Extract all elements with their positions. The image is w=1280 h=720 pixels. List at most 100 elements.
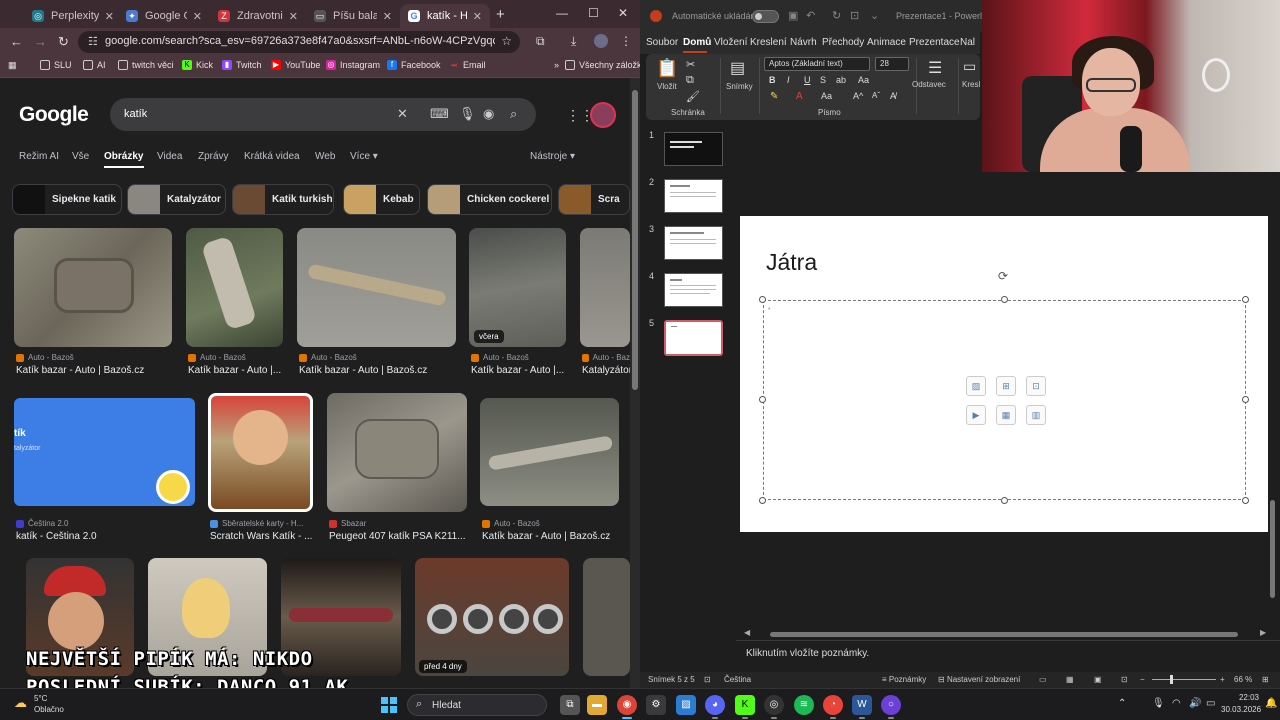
result-image[interactable]: včera xyxy=(469,228,566,347)
result-image[interactable] xyxy=(580,228,630,347)
resize-handle[interactable] xyxy=(1001,497,1008,504)
back-icon[interactable]: ← xyxy=(10,34,23,49)
tab-soubor[interactable]: Soubor xyxy=(646,37,678,48)
spotify-icon[interactable]: ≋ xyxy=(794,695,814,715)
shrink-font-icon[interactable]: Aˇ xyxy=(872,91,880,100)
bookmark-instagram[interactable]: ◎ Instagram xyxy=(326,60,380,70)
paste-button[interactable]: Vložit xyxy=(657,82,677,91)
highlight-icon[interactable]: ✎ xyxy=(770,91,778,102)
bookmark-email[interactable]: ⪻ Email xyxy=(449,60,485,70)
tab-all[interactable]: Vše xyxy=(72,151,89,162)
insert-chart-icon[interactable]: ▥ xyxy=(1026,405,1046,425)
present-icon[interactable]: ⊡ xyxy=(850,9,859,22)
volume-icon[interactable]: 🔊 xyxy=(1189,698,1201,709)
vertical-scrollbar[interactable] xyxy=(1269,120,1277,634)
reading-view-icon[interactable]: ▣ xyxy=(1094,675,1102,684)
lens-icon[interactable]: ◉ xyxy=(483,106,494,122)
text-effects-icon[interactable]: Aa xyxy=(821,91,832,101)
slide-thumb-4[interactable] xyxy=(664,273,723,307)
resize-handle[interactable] xyxy=(1242,296,1249,303)
bookmark-kick[interactable]: K Kick xyxy=(182,60,213,70)
tab-web[interactable]: Web xyxy=(315,151,335,162)
bookmark-star-icon[interactable]: ☆ xyxy=(501,34,512,48)
grow-font-icon[interactable]: A^ xyxy=(853,91,863,101)
close-icon[interactable]: ✕ xyxy=(283,10,298,23)
bookmark-youtube[interactable]: ▶ YouTube xyxy=(271,60,320,70)
chip-kebab[interactable]: Kebab xyxy=(343,184,420,215)
tab-short-videos[interactable]: Krátká videa xyxy=(244,151,300,162)
all-bookmarks[interactable]: » Všechny záložky xyxy=(554,60,640,70)
resize-handle[interactable] xyxy=(1242,396,1249,403)
zoom-level[interactable]: 66 % xyxy=(1234,675,1252,684)
tab-gemini[interactable]: ✦ Google Gem ✕ xyxy=(118,4,210,28)
result-title[interactable]: Katík bazar - Auto |... xyxy=(188,365,283,376)
clear-formatting-icon[interactable]: A̸ xyxy=(890,91,896,101)
close-window-icon[interactable]: ✕ xyxy=(618,6,628,20)
tab-domu[interactable]: Domů xyxy=(683,37,711,48)
taskbar-search[interactable]: ⌕ Hledat xyxy=(407,694,547,716)
insert-video-icon[interactable]: ▶ xyxy=(966,405,986,425)
tab-balakar[interactable]: ▭ Píšu balakář ✕ xyxy=(306,4,400,28)
close-icon[interactable]: ✕ xyxy=(99,10,114,23)
horizontal-scrollbar[interactable]: ◀ ▶ xyxy=(744,628,1272,638)
app-icon[interactable]: ○ xyxy=(881,695,901,719)
keyboard-icon[interactable]: ⌨ xyxy=(430,106,449,122)
settings-icon[interactable]: ⚙ xyxy=(646,695,666,715)
current-slide[interactable]: Játra ⟳ • ▨ ⊞ ⊡ ▶ ▦ ▥ xyxy=(740,216,1268,532)
resize-handle[interactable] xyxy=(1001,296,1008,303)
slide-title[interactable]: Játra xyxy=(766,249,817,276)
underline-icon[interactable]: U xyxy=(804,75,811,85)
resize-handle[interactable] xyxy=(759,296,766,303)
char-spacing-icon[interactable]: ab xyxy=(836,75,846,85)
language-label[interactable]: Čeština xyxy=(724,675,751,684)
new-tab-button[interactable]: + xyxy=(496,6,505,23)
result-title[interactable]: Katík bazar - Auto |... xyxy=(471,365,566,376)
result-image[interactable] xyxy=(327,393,467,512)
result-image[interactable] xyxy=(480,398,619,506)
insert-picture-icon[interactable]: ▨ xyxy=(966,376,986,396)
tab-animace[interactable]: Animace xyxy=(867,37,906,48)
word-icon[interactable]: W xyxy=(852,695,872,719)
paste-icon[interactable]: 📋 xyxy=(656,58,678,79)
chip-chicken-cockerel[interactable]: Chicken cockerel xyxy=(427,184,552,215)
resize-handle[interactable] xyxy=(759,396,766,403)
close-icon[interactable]: ✕ xyxy=(187,10,202,23)
result-image[interactable] xyxy=(186,228,283,347)
menu-kebab-icon[interactable]: ⋮ xyxy=(620,34,632,48)
new-slide-icon[interactable]: ▤ xyxy=(730,58,745,78)
extensions-icon[interactable]: ⧉ xyxy=(536,34,545,49)
draw-icon[interactable]: ▭ xyxy=(963,58,976,75)
result-image[interactable] xyxy=(208,393,313,512)
notes-toggle[interactable]: ≡ Poznámky xyxy=(882,675,926,684)
app-icon[interactable]: ◔ xyxy=(823,695,843,719)
tab-perplexity[interactable]: ◎ Perplexity ✕ xyxy=(24,4,122,28)
zoom-slider-thumb[interactable] xyxy=(1170,675,1173,684)
scrollbar-thumb[interactable] xyxy=(770,632,1238,637)
redo-icon[interactable]: ↻ xyxy=(832,9,841,22)
bookmark-slu[interactable]: SLU xyxy=(40,60,72,70)
insert-stock-icon[interactable]: ⊞ xyxy=(996,376,1016,396)
scrollbar-thumb[interactable] xyxy=(1270,500,1275,598)
tab-kresleni[interactable]: Kreslení xyxy=(750,37,787,48)
wifi-icon[interactable]: ◠ xyxy=(1172,698,1181,709)
zoom-slider[interactable] xyxy=(1152,679,1216,680)
undo-icon[interactable]: ↶ xyxy=(806,9,815,22)
autosave-toggle[interactable] xyxy=(752,10,779,23)
result-title[interactable]: Katalyzátor xyxy=(582,365,630,376)
bookmark-ai[interactable]: AI xyxy=(83,60,106,70)
minimize-icon[interactable]: — xyxy=(556,6,568,20)
copy-icon[interactable]: ⧉ xyxy=(686,74,694,87)
format-painter-icon[interactable]: 🖌 xyxy=(686,90,700,103)
site-info-icon[interactable]: ☷ xyxy=(88,35,98,48)
paragraph-icon[interactable]: ☰ xyxy=(928,58,942,78)
slides-button[interactable]: Snímky xyxy=(726,82,753,91)
result-image[interactable] xyxy=(583,558,630,676)
normal-view-icon[interactable]: ▭ xyxy=(1039,675,1047,684)
page-scrollbar[interactable] xyxy=(630,78,640,688)
paragraph-button[interactable]: Odstavec xyxy=(912,80,946,89)
clear-icon[interactable]: ✕ xyxy=(397,106,408,122)
tray-overflow-icon[interactable]: ⌃ xyxy=(1118,698,1126,709)
task-view-icon[interactable]: ⧉ xyxy=(560,695,580,715)
tab-zdravotnicke[interactable]: Z Zdravotnick ✕ xyxy=(210,4,306,28)
cut-icon[interactable]: ✂ xyxy=(686,58,695,71)
